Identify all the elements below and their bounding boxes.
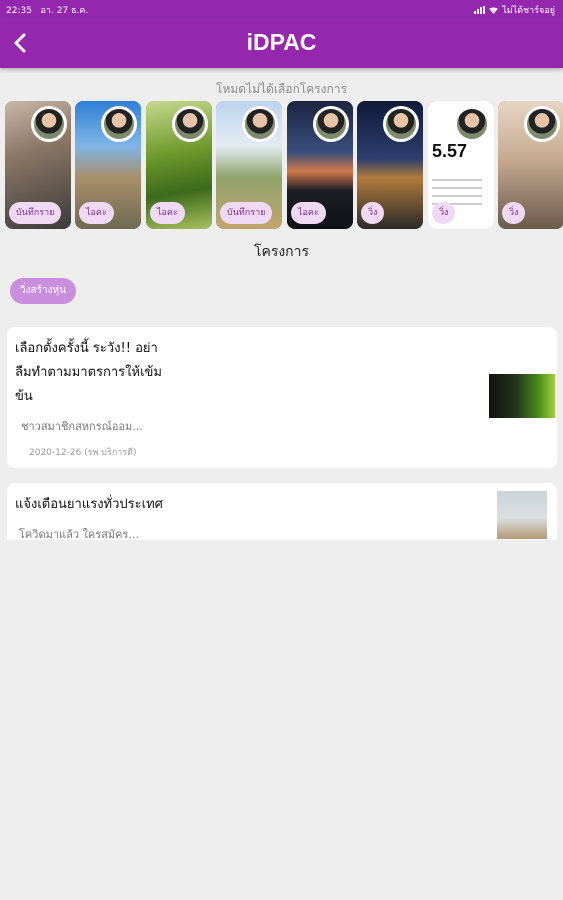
avatar (524, 106, 560, 142)
status-date: อา. 27 ธ.ค. (40, 6, 89, 16)
run-distance-value: 5.57 (432, 141, 468, 161)
avatar (31, 106, 67, 142)
story-card[interactable]: บันทึกราย (5, 101, 71, 229)
news-card[interactable]: เลือกตั้งครั้งนี้ ระวัง!! อย่าลืมทำตามมา… (7, 327, 557, 468)
story-card[interactable]: ไอคะ (75, 101, 141, 229)
news-thumbnail (489, 374, 555, 418)
avatar (101, 106, 137, 142)
status-bar: 22:35 อา. 27 ธ.ค. ไม่ได้ชาร์จอยู่ (0, 0, 563, 18)
avatar (313, 106, 349, 142)
story-card[interactable]: ไอคะ (146, 101, 212, 229)
avatar (172, 106, 208, 142)
news-summary: ชาวสมาชิกสหกรณ์ออม... (21, 420, 143, 433)
story-card[interactable]: ไอคะ (287, 101, 353, 229)
story-tag: ไอคะ (79, 202, 114, 224)
story-tag: บันทึกราย (9, 202, 62, 224)
story-card[interactable]: บันทึกราย (216, 101, 282, 229)
status-time: 22:35 (6, 6, 32, 16)
wifi-icon (489, 6, 499, 14)
avatar (242, 106, 278, 142)
projects-heading: โครงการ (253, 244, 310, 260)
news-summary: โควิดมาแล้ว ใครสมัคร... (19, 528, 139, 541)
status-time-date: 22:35 อา. 27 ธ.ค. (6, 3, 88, 17)
charging-status: ไม่ได้ชาร์จอยู่ (502, 6, 555, 16)
news-thumbnail (497, 491, 547, 539)
story-card[interactable]: 5.57 วิ่ง (428, 101, 494, 229)
news-headline: เลือกตั้งครั้งนี้ ระวัง!! อย่าลืมทำตามมา… (15, 341, 162, 404)
story-carousel[interactable]: บันทึกราย ไอคะ ไอคะ บันทึกราย ไอคะ วิ่ง … (5, 101, 563, 229)
story-tag: ไอคะ (150, 202, 185, 224)
app-header: iDPAC (0, 18, 563, 68)
news-card[interactable]: แจ้งเตือนยาแรงทั่วประเทศ โควิดมาแล้ว ใคร… (7, 483, 557, 541)
project-chip[interactable]: วิ่งสร้างหุ่น (10, 278, 76, 304)
avatar (383, 106, 419, 142)
avatar (454, 106, 490, 142)
project-mode-hint: โหมดไม่ได้เลือกโครงการ (216, 82, 347, 96)
news-headline: แจ้งเตือนยาแรงทั่วประเทศ (15, 497, 163, 512)
news-meta: 2020-12-26 (รพ บริการดี) (29, 448, 137, 458)
status-indicators: ไม่ได้ชาร์จอยู่ (474, 3, 555, 17)
signal-icon (474, 6, 486, 14)
story-tag: บันทึกราย (220, 202, 273, 224)
page-title: iDPAC (246, 29, 317, 55)
story-tag: ไอคะ (291, 202, 326, 224)
story-card[interactable]: วิ่ง (498, 101, 563, 229)
story-card[interactable]: วิ่ง (357, 101, 423, 229)
